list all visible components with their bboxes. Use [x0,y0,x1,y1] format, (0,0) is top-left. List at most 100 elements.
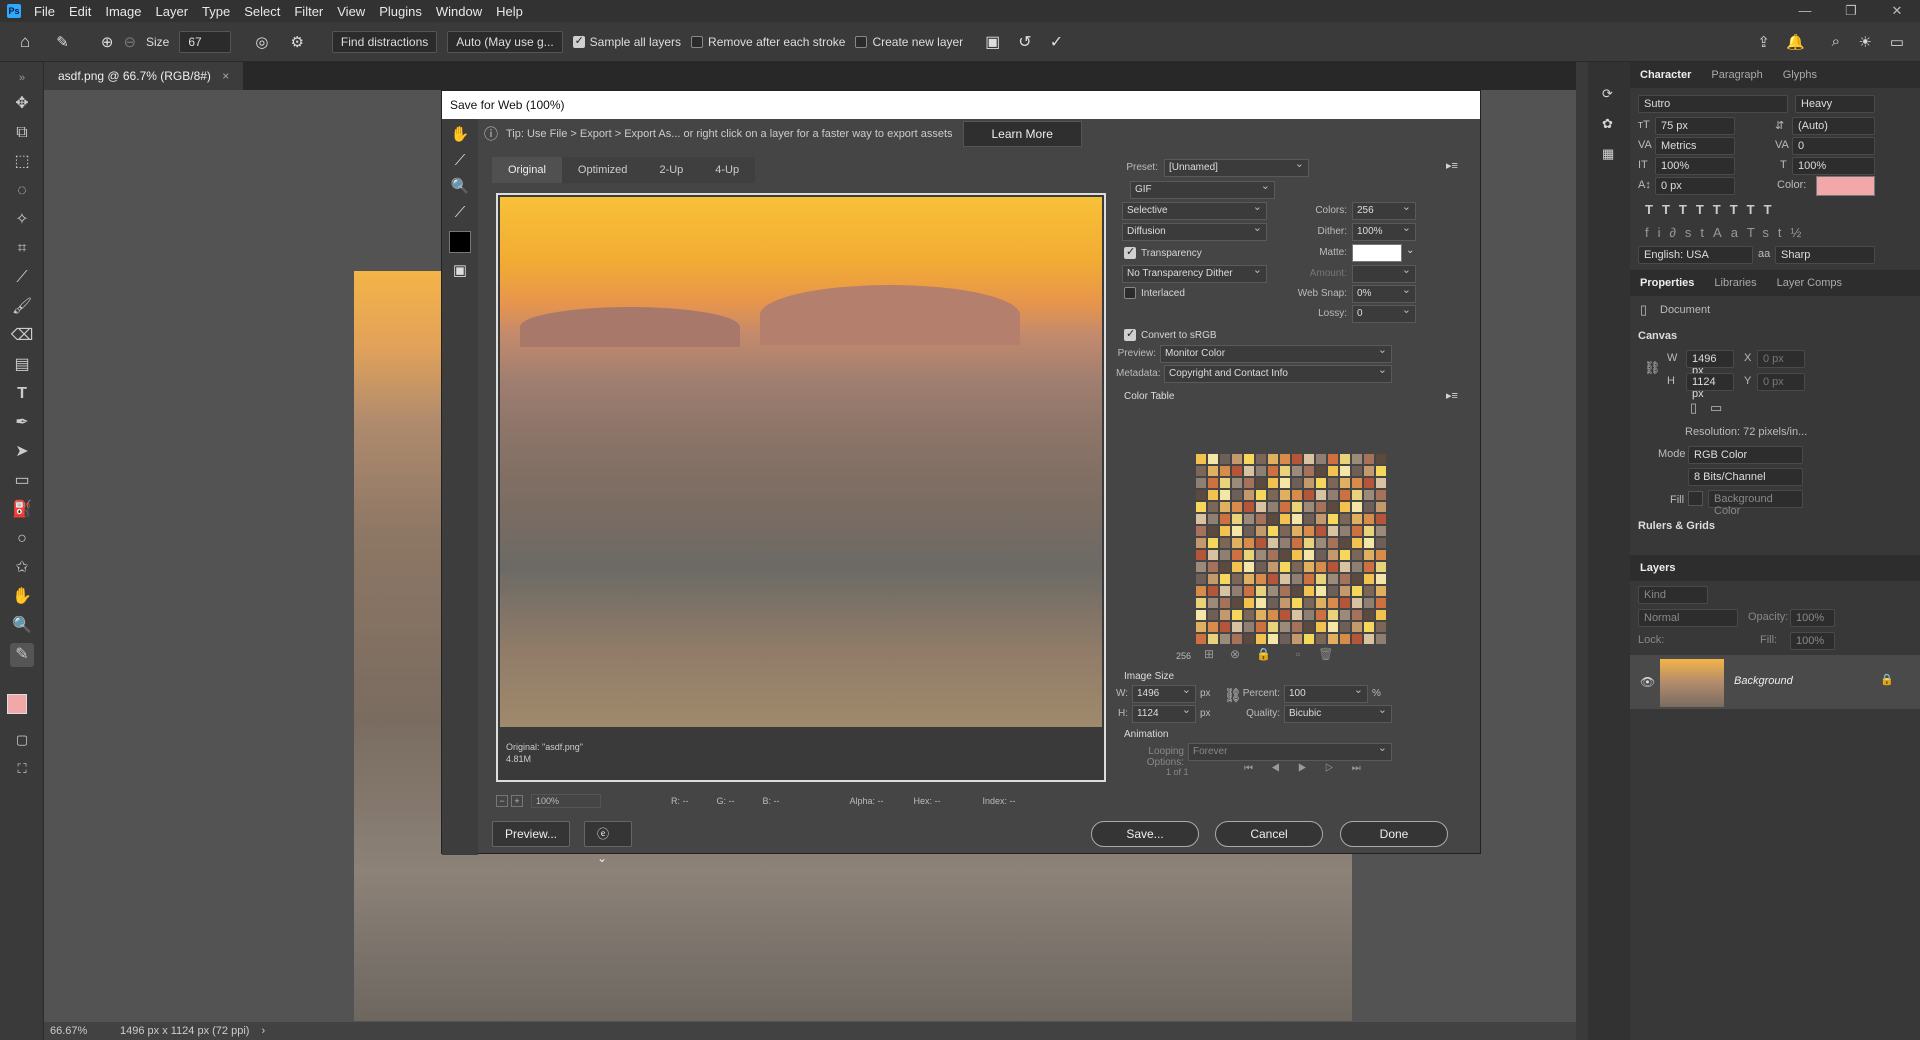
color-swatch[interactable] [1291,609,1303,621]
undo-icon[interactable]: ↺ [1018,32,1031,52]
color-swatch[interactable] [1327,477,1339,489]
preview-image[interactable] [500,197,1102,727]
dither-algorithm-select[interactable]: Diffusion [1122,222,1267,241]
color-swatch[interactable] [1363,501,1375,513]
color-swatch[interactable] [1279,465,1291,477]
amount-input[interactable] [1352,264,1416,283]
share-icon[interactable]: ⇪ [1757,33,1770,51]
quick-mask-icon[interactable]: ▢ [10,728,34,752]
pen-tool-icon[interactable]: ✒ [10,411,34,435]
color-swatch[interactable] [1375,573,1387,585]
reduction-select[interactable]: Selective [1122,201,1267,220]
color-swatch[interactable] [1375,561,1387,573]
zoom-readout[interactable]: 66.67% [50,1025,110,1037]
color-swatch[interactable] [1327,621,1339,633]
color-swatch[interactable] [1243,549,1255,561]
color-swatch[interactable] [1267,465,1279,477]
color-swatch[interactable] [1231,549,1243,561]
color-swatch[interactable] [1375,621,1387,633]
menu-image[interactable]: Image [98,4,148,19]
menu-filter[interactable]: Filter [287,4,330,19]
interlaced-checkbox[interactable]: Interlaced [1124,287,1185,299]
color-swatch[interactable] [1351,477,1363,489]
color-swatch[interactable] [1219,549,1231,561]
color-swatch[interactable] [1195,633,1207,645]
color-swatch[interactable] [1303,453,1315,465]
remove-tool-icon[interactable]: ✎ [56,33,69,51]
move-tool-icon[interactable]: ✥ [10,92,34,116]
color-swatch[interactable] [1219,585,1231,597]
color-swatch[interactable] [1243,609,1255,621]
color-swatch[interactable] [1327,501,1339,513]
color-swatch[interactable] [1303,585,1315,597]
color-swatch[interactable] [1267,453,1279,465]
color-swatch[interactable] [1219,489,1231,501]
antialias-select[interactable]: Sharp [1775,246,1875,264]
color-swatch[interactable] [1363,465,1375,477]
color-swatch[interactable] [1363,573,1375,585]
grid-icon[interactable]: ▦ [1602,146,1614,162]
font-size-input[interactable]: 75 px [1655,117,1735,135]
mode-select[interactable]: Auto (May use g... [447,30,563,53]
color-swatch[interactable] [1243,585,1255,597]
color-swatch[interactable] [1255,621,1267,633]
color-swatch[interactable] [1363,513,1375,525]
color-swatch[interactable] [1375,501,1387,513]
language-select[interactable]: English: USA [1638,246,1753,264]
color-swatch[interactable] [1279,609,1291,621]
color-swatch[interactable] [1315,585,1327,597]
zoom-tool-icon[interactable]: 🔍 [10,614,34,638]
color-swatch[interactable] [1291,465,1303,477]
color-swatch[interactable] [1231,597,1243,609]
menu-view[interactable]: View [330,4,372,19]
bit-depth-select[interactable]: 8 Bits/Channel [1688,468,1803,486]
color-swatch[interactable] [1207,525,1219,537]
canvas-height-input[interactable]: 1124 px [1686,373,1734,400]
color-swatch[interactable] [1267,477,1279,489]
color-swatch[interactable] [1219,513,1231,525]
color-swatch[interactable] [1279,525,1291,537]
color-swatch[interactable] [1267,573,1279,585]
menu-edit[interactable]: Edit [62,4,98,19]
custom-shape-tool-icon[interactable]: ✩ [10,556,34,580]
color-swatch[interactable] [1207,561,1219,573]
learn-more-button[interactable]: Learn More [962,121,1082,147]
color-swatch[interactable] [1243,597,1255,609]
color-swatch[interactable] [1327,573,1339,585]
color-swatch[interactable] [1267,609,1279,621]
eyedropper-tool-icon[interactable]: ⟋ [448,201,472,225]
color-swatch[interactable] [1351,537,1363,549]
color-swatch[interactable] [1351,633,1363,645]
path-select-tool-icon[interactable]: ➤ [10,440,34,464]
color-swatch[interactable] [1207,489,1219,501]
color-swatch[interactable] [1243,513,1255,525]
color-swatch[interactable] [1231,633,1243,645]
fill-swatch[interactable] [1688,491,1703,506]
color-swatch[interactable] [1267,513,1279,525]
color-swatch[interactable] [1279,489,1291,501]
layer-fill-input[interactable]: 100% [1790,632,1835,650]
color-swatch[interactable] [1315,453,1327,465]
color-swatch[interactable] [1363,621,1375,633]
color-swatch[interactable] [1339,477,1351,489]
color-swatch[interactable] [1363,609,1375,621]
workspace-icon[interactable]: ▭ [1890,33,1904,51]
color-swatch[interactable] [1291,537,1303,549]
menu-help[interactable]: Help [489,4,530,19]
color-swatch[interactable] [1339,561,1351,573]
browser-select[interactable]: ⓔ ⌄ [584,821,632,865]
screen-mode-icon[interactable]: ⛶ [10,757,34,781]
color-swatch[interactable] [1279,549,1291,561]
color-swatch[interactable] [1363,525,1375,537]
color-swatch[interactable] [1207,621,1219,633]
menu-plugins[interactable]: Plugins [372,4,429,19]
animation-controls-icon[interactable]: ⏮◀▶▷⏭ [1244,763,1379,774]
menu-type[interactable]: Type [195,4,237,19]
color-swatch[interactable] [1375,453,1387,465]
color-swatch[interactable] [1255,501,1267,513]
color-swatch[interactable] [1351,465,1363,477]
color-swatch[interactable] [1255,453,1267,465]
color-swatch[interactable] [1327,549,1339,561]
layer-name[interactable]: Background [1734,675,1793,687]
size-input[interactable]: 67 [179,30,232,53]
